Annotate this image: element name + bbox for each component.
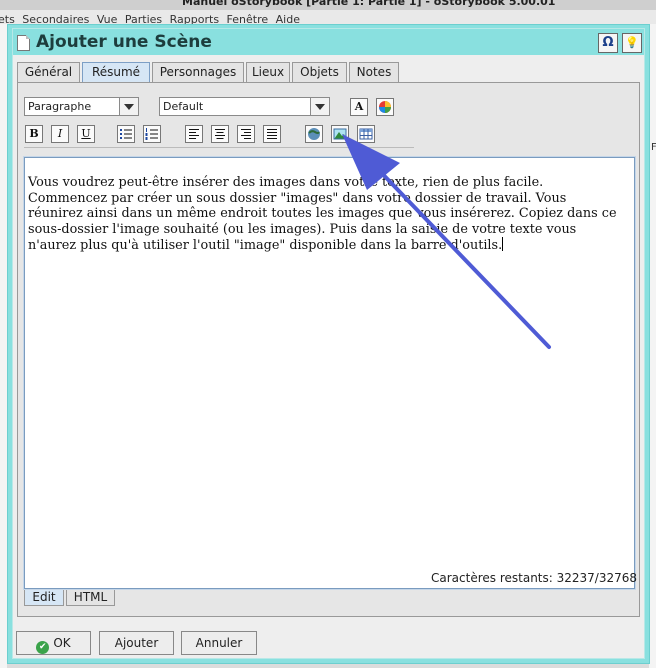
annotation-arrow xyxy=(342,134,551,349)
annotation-arrow-shaft xyxy=(370,161,551,349)
